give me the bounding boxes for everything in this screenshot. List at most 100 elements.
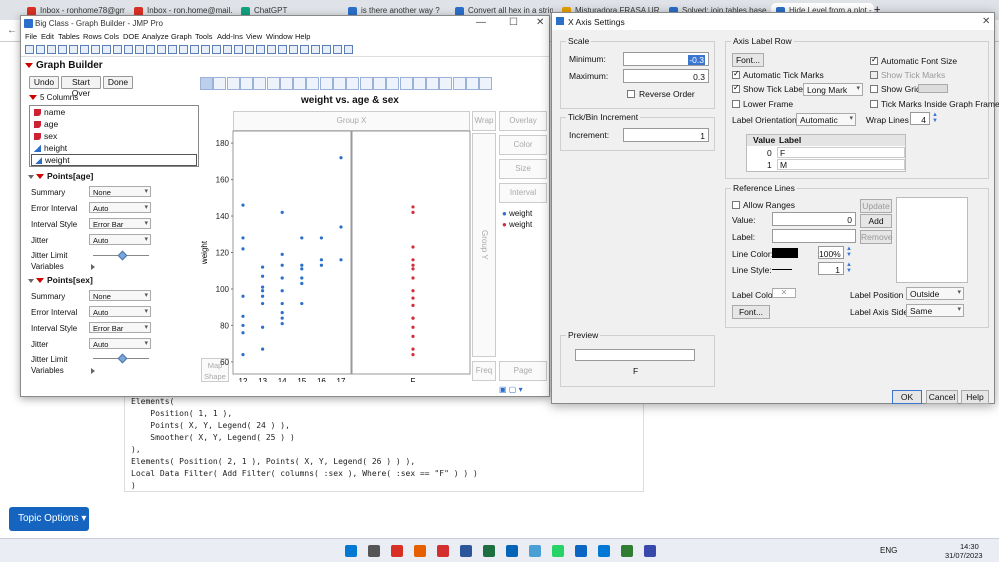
data-point-age[interactable] bbox=[241, 203, 245, 207]
toolbar-tool-icon[interactable] bbox=[344, 45, 353, 54]
column-item-weight[interactable]: weight bbox=[31, 154, 197, 166]
graph-element-icon[interactable] bbox=[386, 77, 400, 90]
show-tick-labels-checkbox[interactable] bbox=[732, 83, 740, 93]
data-point-age[interactable] bbox=[280, 252, 284, 256]
graph-element-icon[interactable] bbox=[426, 77, 440, 90]
toolbar-tool-icon[interactable] bbox=[168, 45, 177, 54]
graph-element-icon[interactable] bbox=[306, 77, 320, 90]
menu-graph[interactable]: Graph bbox=[171, 32, 192, 41]
maximum-input[interactable]: 0.3 bbox=[623, 69, 709, 83]
toolbar-tool-icon[interactable] bbox=[102, 45, 111, 54]
taskbar-app-icon[interactable] bbox=[460, 545, 472, 557]
size-drop-zone[interactable]: Size bbox=[499, 159, 547, 179]
graph-element-icon[interactable] bbox=[253, 77, 267, 90]
ref-label-input[interactable] bbox=[772, 229, 856, 243]
close-icon[interactable]: ✕ bbox=[536, 17, 544, 28]
data-point-age[interactable] bbox=[261, 289, 265, 293]
show-tick-marks-checkbox[interactable] bbox=[870, 71, 878, 79]
data-point-sex[interactable] bbox=[411, 289, 415, 293]
column-list[interactable]: name age sex height weight bbox=[29, 105, 199, 167]
graph-element-icon[interactable] bbox=[226, 77, 240, 90]
automatic-tick-marks-checkbox[interactable] bbox=[732, 69, 740, 79]
graph-footer-icons[interactable]: ▣ ▢ ▾ bbox=[499, 385, 523, 394]
menu-doe[interactable]: DOE bbox=[123, 32, 139, 41]
data-point-age[interactable] bbox=[300, 281, 304, 286]
graph-element-icon[interactable] bbox=[466, 77, 479, 90]
table-cell-label-input[interactable]: M bbox=[777, 159, 905, 170]
toolbar-tool-icon[interactable] bbox=[234, 45, 243, 54]
dialog-close-icon[interactable]: ✕ bbox=[982, 16, 990, 27]
graph-element-icon[interactable] bbox=[319, 77, 333, 90]
toolbar-tool-icon[interactable] bbox=[190, 45, 199, 54]
toolbar-tool-icon[interactable] bbox=[113, 45, 122, 54]
start-over-button[interactable]: Start Over bbox=[61, 76, 101, 98]
graph-element-icon[interactable] bbox=[479, 77, 493, 90]
menu-file[interactable]: File bbox=[25, 32, 37, 41]
graph-element-icon[interactable] bbox=[372, 77, 386, 90]
graph-builder-header[interactable]: Graph Builder bbox=[25, 60, 103, 71]
data-point-sex[interactable] bbox=[411, 205, 415, 209]
data-point-age[interactable] bbox=[280, 263, 284, 267]
grid-color-swatch[interactable] bbox=[918, 84, 948, 93]
ref-font-button[interactable]: Font... bbox=[732, 305, 770, 319]
clock-time[interactable]: 14:30 bbox=[960, 542, 979, 551]
ok-button[interactable]: OK bbox=[892, 390, 922, 404]
back-icon[interactable]: ← bbox=[7, 25, 17, 36]
data-point-sex[interactable] bbox=[411, 296, 415, 300]
toolbar-tool-icon[interactable] bbox=[146, 45, 155, 54]
increment-input[interactable]: 1 bbox=[623, 128, 709, 142]
scatter-chart[interactable]: 1801601401201008060weight121314151617age… bbox=[199, 126, 473, 382]
graph-element-icon[interactable] bbox=[239, 77, 253, 90]
taskbar-app-icon[interactable] bbox=[506, 545, 518, 557]
reverse-order-checkbox[interactable] bbox=[627, 90, 635, 98]
interval-style-select[interactable]: Error Bar bbox=[89, 322, 151, 333]
graph-element-icon[interactable] bbox=[213, 77, 227, 90]
graph-element-icon[interactable] bbox=[412, 77, 426, 90]
data-point-age[interactable] bbox=[280, 289, 284, 293]
summary-select[interactable]: None bbox=[89, 186, 151, 197]
interval-drop-zone[interactable]: Interval bbox=[499, 183, 547, 203]
summary-select[interactable]: None bbox=[89, 290, 151, 301]
data-point-sex[interactable] bbox=[411, 325, 415, 329]
taskbar-app-icon[interactable] bbox=[529, 545, 541, 557]
taskbar-app-icon[interactable] bbox=[644, 545, 656, 557]
add-button[interactable]: Add bbox=[860, 214, 892, 228]
data-point-sex[interactable] bbox=[411, 316, 415, 320]
red-triangle-icon[interactable] bbox=[25, 62, 33, 68]
data-point-sex[interactable] bbox=[411, 210, 415, 214]
menu-tools[interactable]: Tools bbox=[195, 32, 213, 41]
data-point-sex[interactable] bbox=[411, 303, 415, 307]
taskbar-app-icon[interactable] bbox=[391, 545, 403, 557]
slider-thumb[interactable] bbox=[117, 353, 128, 364]
data-point-age[interactable] bbox=[339, 225, 343, 229]
done-button[interactable]: Done bbox=[103, 76, 133, 89]
toolbar-tool-icon[interactable] bbox=[58, 45, 67, 54]
data-point-age[interactable] bbox=[280, 322, 284, 326]
line-color-swatch[interactable] bbox=[772, 248, 798, 258]
variables-expand-icon[interactable] bbox=[91, 264, 95, 270]
data-point-sex[interactable] bbox=[411, 263, 415, 267]
label-orientation-select[interactable]: Automatic bbox=[796, 113, 856, 126]
red-triangle-icon[interactable] bbox=[36, 278, 44, 284]
data-point-sex[interactable] bbox=[411, 258, 415, 262]
data-point-age[interactable] bbox=[300, 276, 304, 280]
menu-view[interactable]: View bbox=[246, 32, 262, 41]
graph-element-icon[interactable] bbox=[399, 77, 413, 90]
toolbar-tool-icon[interactable] bbox=[69, 45, 78, 54]
error-interval-select[interactable]: Auto bbox=[89, 306, 151, 317]
disclosure-icon[interactable] bbox=[28, 278, 34, 283]
toolbar-tool-icon[interactable] bbox=[47, 45, 56, 54]
taskbar-app-icon[interactable] bbox=[598, 545, 610, 557]
data-point-age[interactable] bbox=[280, 210, 284, 214]
wrap-drop-zone[interactable]: Wrap bbox=[472, 111, 496, 131]
toolbar-tool-icon[interactable] bbox=[322, 45, 331, 54]
page-drop-zone[interactable]: Page bbox=[499, 361, 547, 381]
jitter-limit-slider[interactable] bbox=[93, 353, 149, 364]
wrap-lines-spinner[interactable]: ▲ ▼ bbox=[932, 112, 938, 124]
column-item-height[interactable]: height bbox=[34, 143, 67, 153]
data-point-age[interactable] bbox=[300, 263, 304, 267]
inside-frame-checkbox[interactable] bbox=[870, 100, 878, 108]
disclosure-icon[interactable] bbox=[28, 174, 34, 179]
graph-element-icon[interactable] bbox=[293, 77, 307, 90]
data-point-age[interactable] bbox=[261, 347, 265, 351]
